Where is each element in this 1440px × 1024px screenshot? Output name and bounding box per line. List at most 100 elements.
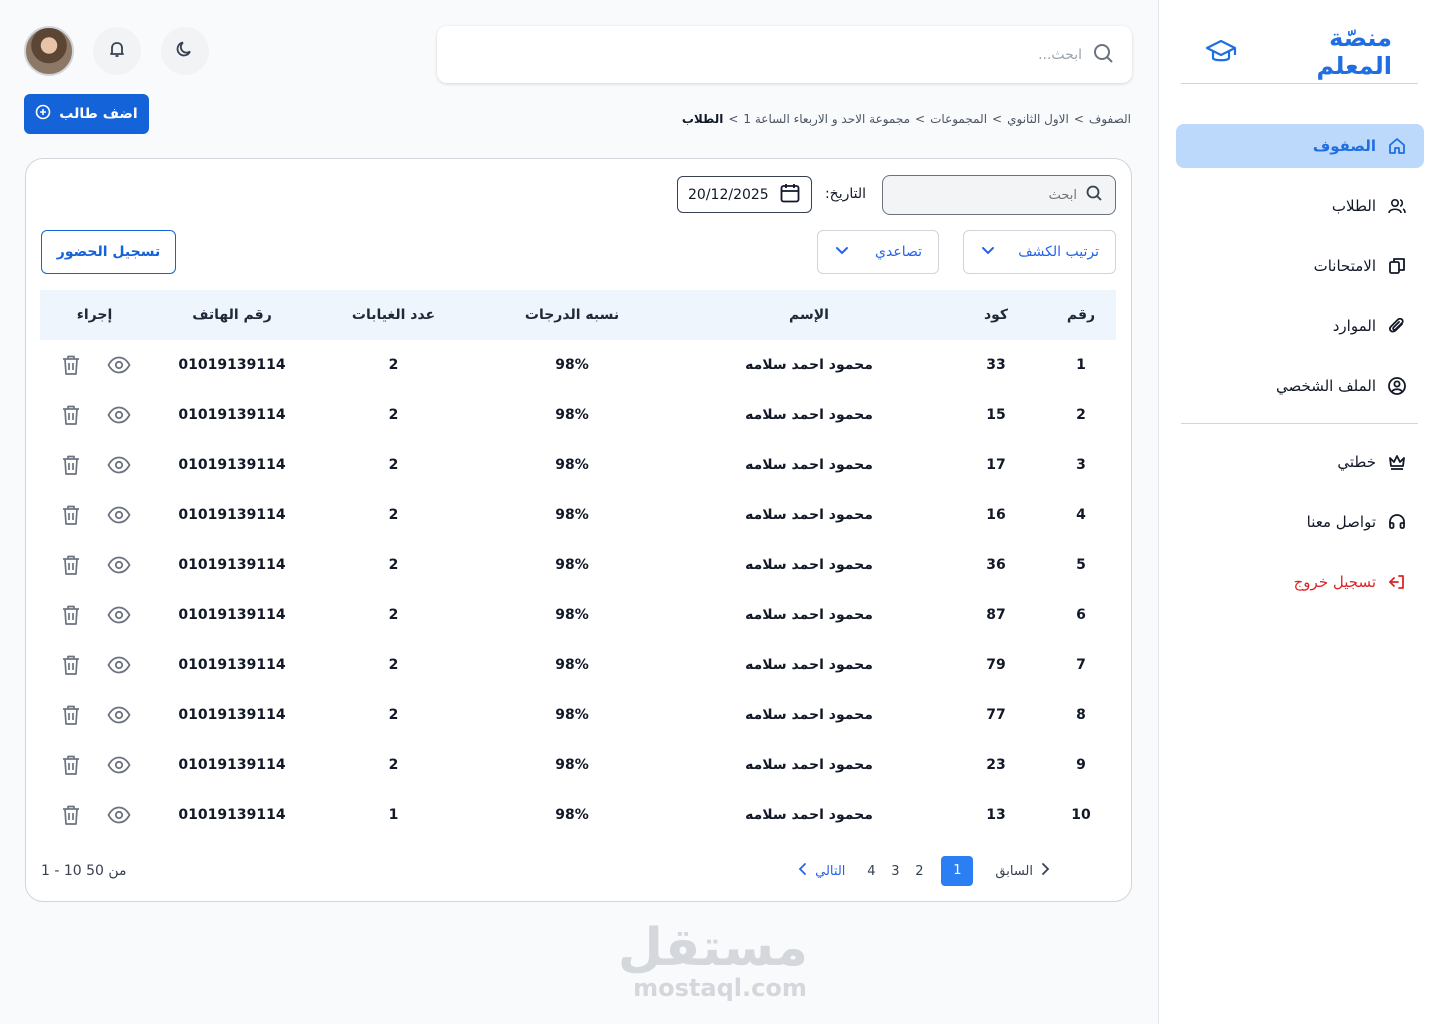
row-actions [40,453,149,477]
search-icon [1085,184,1103,206]
sidebar-item-contact[interactable]: تواصل معنا [1176,500,1424,544]
breadcrumb-item[interactable]: الصفوف [1089,112,1131,126]
view-icon[interactable] [106,453,131,477]
record-attendance-button[interactable]: تسجيل الحضور [41,230,176,274]
sidebar-item-logout[interactable]: تسجيل خروج [1176,560,1424,604]
breadcrumb-item[interactable]: المجموعات [930,112,987,126]
cell-grade: 98% [555,807,589,823]
plus-circle-icon [35,104,51,124]
chevron-down-icon [834,242,850,262]
sidebar-item-resources[interactable]: الموارد [1176,304,1424,348]
order-select[interactable]: تصاعدي [817,230,939,274]
sidebar-item-label: خطتي [1337,453,1376,471]
view-icon[interactable] [106,653,131,677]
row-actions [40,803,149,827]
delete-icon[interactable] [59,503,83,527]
table-row: 4 16 محمود احمد سلامه 98% 2 01019139114 [40,490,1116,540]
table-search-input[interactable] [883,187,1077,203]
delete-icon[interactable] [59,803,83,827]
cell-absences: 2 [388,407,399,423]
sidebar-divider [1181,83,1418,84]
cell-name: محمود احمد سلامه [745,507,873,523]
view-icon[interactable] [106,603,131,627]
sidebar-item-exams[interactable]: الامتحانات [1176,244,1424,288]
table-row: 6 87 محمود احمد سلامه 98% 2 01019139114 [40,590,1116,640]
delete-icon[interactable] [59,753,83,777]
logout-icon [1386,571,1408,593]
notifications-button[interactable] [93,27,141,75]
page-4[interactable]: 4 [859,864,883,879]
cell-name: محمود احمد سلامه [745,607,873,623]
breadcrumb-item[interactable]: الاول الثانوي [1007,112,1069,126]
cell-code: 15 [986,407,1006,423]
sidebar-item-students[interactable]: الطلاب [1176,184,1424,228]
cell-num: 7 [1076,657,1086,673]
header-num: رقم [1066,307,1096,323]
search-input[interactable] [437,46,1082,63]
cell-absences: 2 [388,557,399,573]
cell-name: محمود احمد سلامه [745,657,873,673]
sidebar-item-profile[interactable]: الملف الشخصي [1176,364,1424,408]
breadcrumb-item[interactable]: مجموعة الاحد و الاربعاء الساعة 1 [743,112,910,126]
chevron-down-icon [980,242,996,262]
table-row: 10 13 محمود احمد سلامه 98% 1 01019139114 [40,790,1116,840]
cell-absences: 2 [388,357,399,373]
cell-phone: 01019139114 [178,507,286,523]
header-code: كود [983,307,1009,323]
page-3[interactable]: 3 [883,864,907,879]
cell-grade: 98% [555,457,589,473]
pagination: السابق 1 2 3 4 التالي [797,856,1051,886]
next-page-button[interactable]: التالي [797,862,845,880]
delete-icon[interactable] [59,653,83,677]
header-absences: عدد الغيابات [351,307,436,323]
prev-page-button[interactable]: السابق [995,862,1051,880]
page-2[interactable]: 2 [907,864,931,879]
delete-icon[interactable] [59,703,83,727]
delete-icon[interactable] [59,553,83,577]
view-icon[interactable] [106,403,131,427]
moon-icon [175,39,195,63]
delete-icon[interactable] [59,453,83,477]
table-row: 5 36 محمود احمد سلامه 98% 2 01019139114 [40,540,1116,590]
cell-name: محمود احمد سلامه [745,557,873,573]
sidebar-item-plan[interactable]: خطتي [1176,440,1424,484]
view-icon[interactable] [106,553,131,577]
delete-icon[interactable] [59,603,83,627]
cell-grade: 98% [555,657,589,673]
page-range: 1 - 10 من 50 [41,863,127,879]
sidebar-item-label: تواصل معنا [1306,513,1376,531]
avatar[interactable] [24,26,74,76]
view-icon[interactable] [106,503,131,527]
page-1[interactable]: 1 [941,856,974,886]
date-picker[interactable]: 20/12/2025 [677,176,812,213]
cell-code: 23 [986,757,1006,773]
view-icon[interactable] [106,753,131,777]
sidebar-divider [1181,423,1418,424]
cell-num: 8 [1076,707,1086,723]
row-actions [40,653,149,677]
chevron-right-icon [797,862,809,880]
add-student-button[interactable]: اضف طالب [24,94,149,134]
view-icon[interactable] [106,803,131,827]
delete-icon[interactable] [59,353,83,377]
view-icon[interactable] [106,353,131,377]
sort-select[interactable]: ترتيب الكشف [963,230,1116,274]
sidebar-item-label: تسجيل خروج [1293,573,1376,591]
breadcrumb-separator: > [992,112,1003,126]
brand[interactable]: منصّة المعلم [1205,24,1392,80]
breadcrumb: الصفوف > الاول الثانوي > المجموعات > مجم… [682,109,1131,129]
theme-toggle-button[interactable] [161,27,209,75]
table-body: 1 33 محمود احمد سلامه 98% 2 01019139114 2 15 محم… [40,340,1116,840]
prev-label: السابق [995,863,1033,879]
watermark-arabic: مستقل [617,918,808,978]
delete-icon[interactable] [59,403,83,427]
cell-grade: 98% [555,607,589,623]
sidebar-item-classes[interactable]: الصفوف [1176,124,1424,168]
cell-name: محمود احمد سلامه [745,407,873,423]
cell-name: محمود احمد سلامه [745,457,873,473]
header-phone: رقم الهاتف [192,307,272,323]
global-search[interactable] [437,26,1132,83]
table-search[interactable] [882,175,1116,215]
table-row: 7 79 محمود احمد سلامه 98% 2 01019139114 [40,640,1116,690]
view-icon[interactable] [106,703,131,727]
